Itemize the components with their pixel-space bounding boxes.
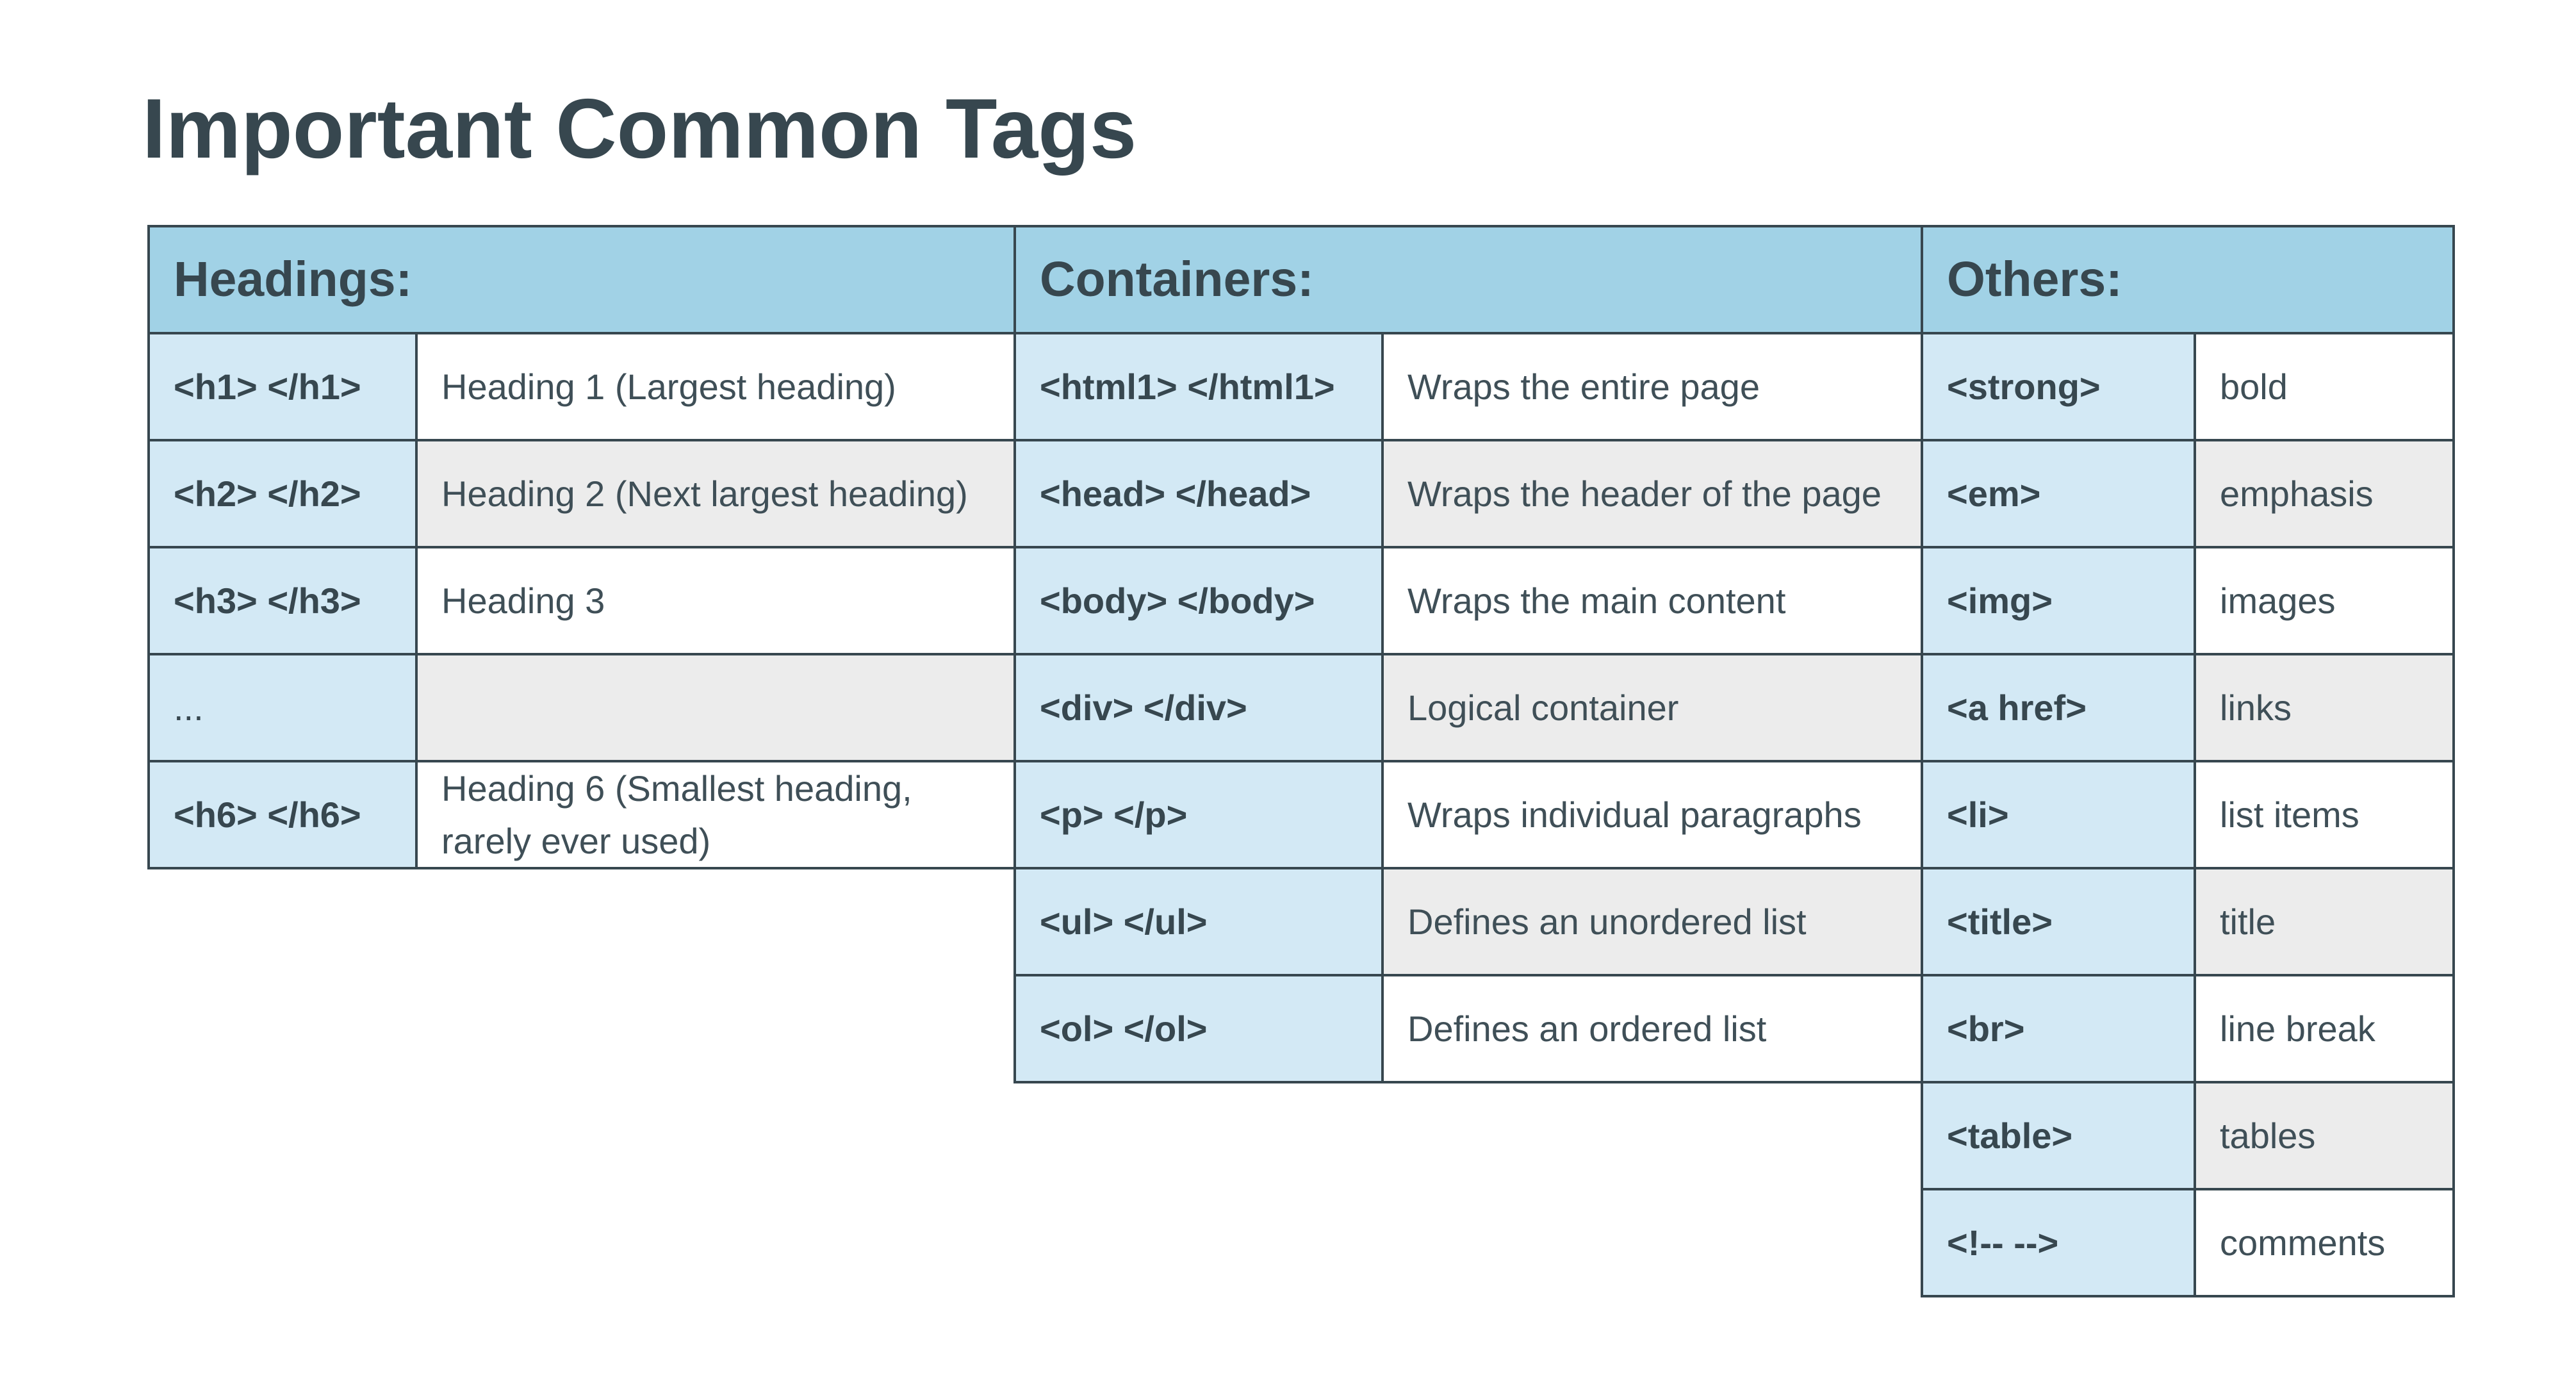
containers-header: Containers: bbox=[1013, 225, 1926, 334]
description-cell: Defines an unordered list bbox=[1381, 867, 1926, 976]
description-cell: links bbox=[2193, 653, 2456, 762]
description-cell: Heading 1 (Largest heading) bbox=[415, 332, 1019, 441]
description-cell: emphasis bbox=[2193, 439, 2456, 548]
tag-cell: <strong> bbox=[1921, 332, 2196, 441]
table-row: <br> line break bbox=[1921, 974, 2456, 1083]
table-row: <ul> </ul> Defines an unordered list bbox=[1013, 867, 1926, 976]
tag-cell: <a href> bbox=[1921, 653, 2196, 762]
tag-cell: <body> </body> bbox=[1013, 546, 1384, 655]
description-cell: title bbox=[2193, 867, 2456, 976]
table-row: <li> list items bbox=[1921, 760, 2456, 869]
tag-cell: <head> </head> bbox=[1013, 439, 1384, 548]
tag-cell: <ol> </ol> bbox=[1013, 974, 1384, 1083]
tag-cell: <table> bbox=[1921, 1081, 2196, 1190]
table-row: <a href> links bbox=[1921, 653, 2456, 762]
tag-cell: <h6> </h6> bbox=[147, 760, 418, 869]
table-row: <ol> </ol> Defines an ordered list bbox=[1013, 974, 1926, 1083]
table-row: <!-- --> comments bbox=[1921, 1188, 2456, 1297]
others-table: Others: <strong> bold <em> emphasis <img… bbox=[1920, 225, 2456, 1297]
headings-header: Headings: bbox=[147, 225, 1019, 334]
description-cell: list items bbox=[2193, 760, 2456, 869]
headings-table: Headings: <h1> </h1> Heading 1 (Largest … bbox=[147, 225, 1019, 869]
table-row: <body> </body> Wraps the main content bbox=[1013, 546, 1926, 655]
containers-header-row: Containers: bbox=[1013, 225, 1926, 334]
tag-cell: <div> </div> bbox=[1013, 653, 1384, 762]
description-cell: Logical container bbox=[1381, 653, 1926, 762]
headings-header-row: Headings: bbox=[147, 225, 1019, 334]
description-cell bbox=[415, 653, 1019, 762]
table-row: <h6> </h6> Heading 6 (Smallest heading, … bbox=[147, 760, 1019, 869]
tag-cell: <h3> </h3> bbox=[147, 546, 418, 655]
description-cell: Wraps the header of the page bbox=[1381, 439, 1926, 548]
tag-cell: <li> bbox=[1921, 760, 2196, 869]
description-cell: Heading 6 (Smallest heading, rarely ever… bbox=[415, 760, 1019, 869]
table-row: <title> title bbox=[1921, 867, 2456, 976]
tag-cell: <img> bbox=[1921, 546, 2196, 655]
description-cell: bold bbox=[2193, 332, 2456, 441]
description-cell: line break bbox=[2193, 974, 2456, 1083]
description-cell: Wraps the entire page bbox=[1381, 332, 1926, 441]
containers-table: Containers: <html1> </html1> Wraps the e… bbox=[1013, 225, 1926, 1083]
description-cell: Defines an ordered list bbox=[1381, 974, 1926, 1083]
others-header: Others: bbox=[1920, 225, 2456, 334]
tag-cell: <h2> </h2> bbox=[147, 439, 418, 548]
tag-cell: <em> bbox=[1921, 439, 2196, 548]
table-row: ... bbox=[147, 653, 1019, 762]
description-cell: tables bbox=[2193, 1081, 2456, 1190]
description-cell: images bbox=[2193, 546, 2456, 655]
table-row: <h3> </h3> Heading 3 bbox=[147, 546, 1019, 655]
page-title: Important Common Tags bbox=[142, 81, 1137, 176]
table-row: <img> images bbox=[1921, 546, 2456, 655]
table-row: <div> </div> Logical container bbox=[1013, 653, 1926, 762]
tag-cell: <br> bbox=[1921, 974, 2196, 1083]
tag-cell: <ul> </ul> bbox=[1013, 867, 1384, 976]
description-cell: Heading 2 (Next largest heading) bbox=[415, 439, 1019, 548]
tag-cell: <title> bbox=[1921, 867, 2196, 976]
table-row: <h2> </h2> Heading 2 (Next largest headi… bbox=[147, 439, 1019, 548]
description-cell: comments bbox=[2193, 1188, 2456, 1297]
description-cell: Wraps individual paragraphs bbox=[1381, 760, 1926, 869]
table-row: <strong> bold bbox=[1921, 332, 2456, 441]
tag-cell: <html1> </html1> bbox=[1013, 332, 1384, 441]
table-row: <table> tables bbox=[1921, 1081, 2456, 1190]
tag-cell: ... bbox=[147, 653, 418, 762]
table-row: <h1> </h1> Heading 1 (Largest heading) bbox=[147, 332, 1019, 441]
table-row: <head> </head> Wraps the header of the p… bbox=[1013, 439, 1926, 548]
description-cell: Wraps the main content bbox=[1381, 546, 1926, 655]
table-row: <p> </p> Wraps individual paragraphs bbox=[1013, 760, 1926, 869]
tag-cell: <!-- --> bbox=[1921, 1188, 2196, 1297]
description-cell: Heading 3 bbox=[415, 546, 1019, 655]
tag-cell: <p> </p> bbox=[1013, 760, 1384, 869]
tag-cell: <h1> </h1> bbox=[147, 332, 418, 441]
table-row: <em> emphasis bbox=[1921, 439, 2456, 548]
others-header-row: Others: bbox=[1920, 225, 2456, 334]
table-row: <html1> </html1> Wraps the entire page bbox=[1013, 332, 1926, 441]
